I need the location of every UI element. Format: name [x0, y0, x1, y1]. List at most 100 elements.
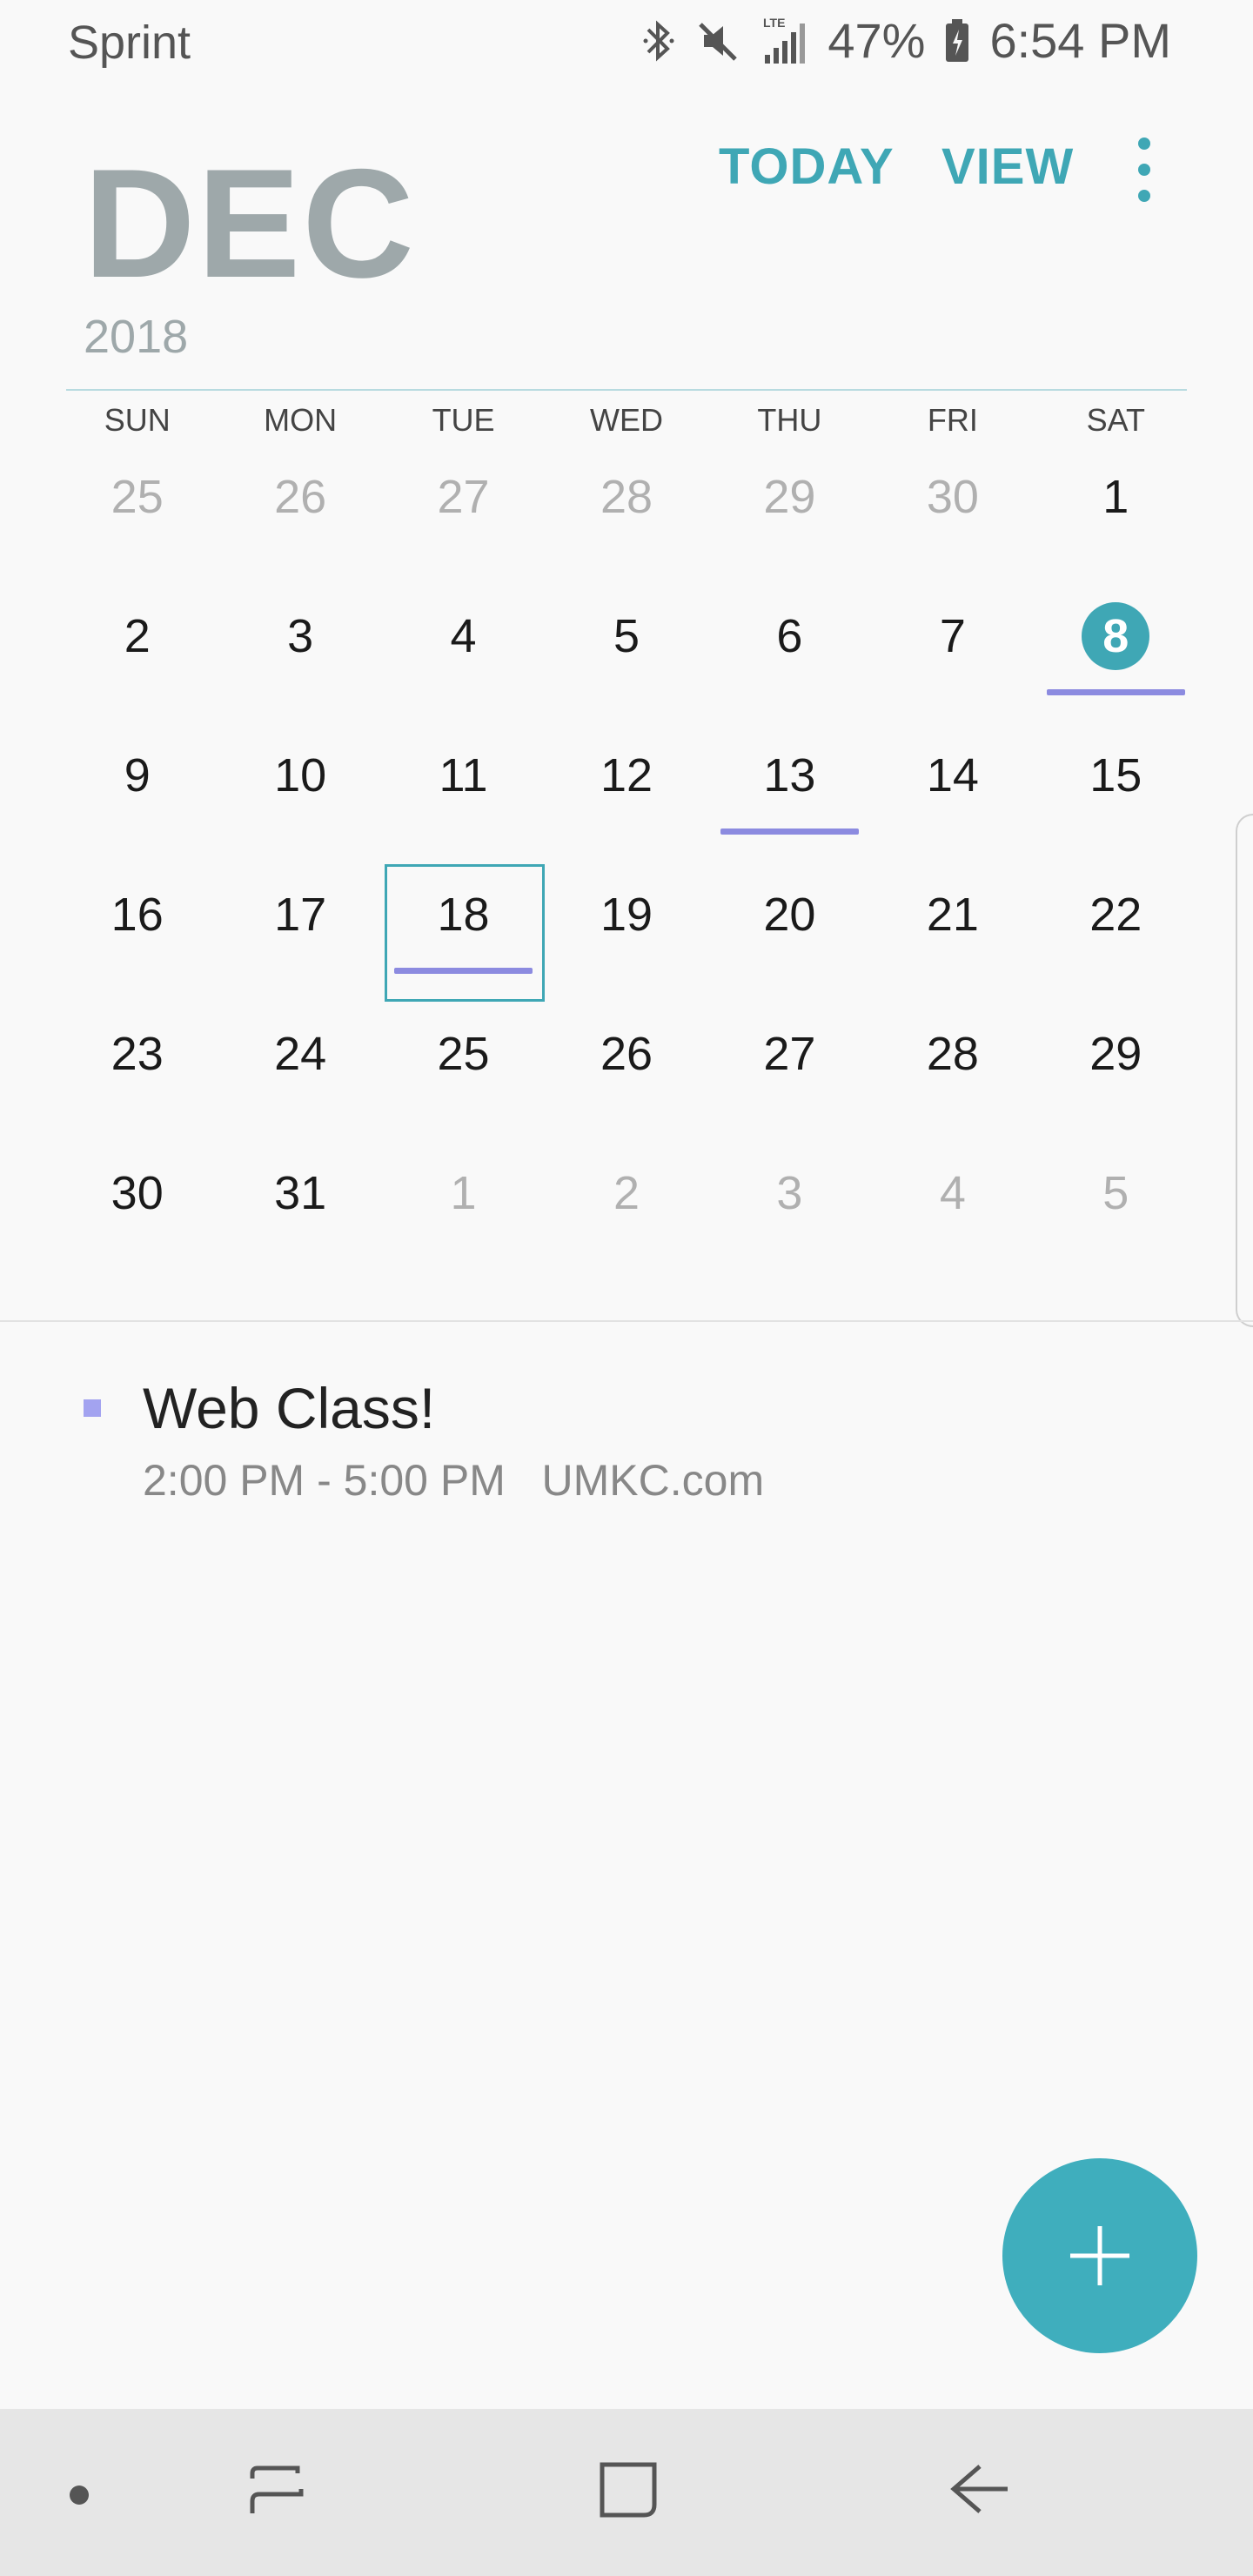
day-cell[interactable]: 24	[218, 1001, 381, 1140]
day-cell-today[interactable]: 8	[1035, 583, 1197, 722]
day-cell[interactable]: 2	[545, 1140, 707, 1279]
day-number: 14	[926, 749, 979, 802]
day-number: 5	[613, 610, 640, 662]
signal-icon: LTE	[760, 15, 808, 67]
day-cell[interactable]: 30	[56, 1140, 218, 1279]
list-divider	[0, 1320, 1253, 1322]
day-cell[interactable]: 15	[1035, 722, 1197, 862]
day-cell[interactable]: 30	[871, 444, 1034, 583]
weekday-label: FRI	[927, 402, 978, 438]
day-cell[interactable]: 9	[56, 722, 218, 862]
day-cell[interactable]: 26	[545, 1001, 707, 1140]
event-location: UMKC.com	[541, 1456, 765, 1505]
day-cell[interactable]: 27	[708, 1001, 871, 1140]
day-number: 1	[450, 1167, 477, 1219]
day-cell[interactable]: 4	[871, 1140, 1034, 1279]
bluetooth-icon	[641, 17, 676, 64]
status-icons: LTE 47% 6:54 PM	[641, 12, 1171, 69]
day-cell[interactable]: 23	[56, 1001, 218, 1140]
view-button[interactable]: VIEW	[941, 138, 1074, 196]
day-cell[interactable]: 20	[708, 862, 871, 1001]
day-cell[interactable]: 2	[56, 583, 218, 722]
day-cell[interactable]: 22	[1035, 862, 1197, 1001]
day-number: 4	[450, 610, 477, 662]
day-cell[interactable]: 29	[1035, 1001, 1197, 1140]
day-cell[interactable]: 5	[545, 583, 707, 722]
day-number: 25	[111, 471, 164, 523]
day-number: 1	[1102, 471, 1129, 523]
day-number: 3	[287, 610, 314, 662]
day-number: 26	[600, 1028, 653, 1080]
day-cell[interactable]: 26	[218, 444, 381, 583]
day-number: 2	[124, 610, 151, 662]
more-vert-icon[interactable]	[1122, 131, 1166, 209]
home-icon[interactable]	[592, 2452, 665, 2530]
status-bar: Sprint LTE 47% 6:54 PM	[0, 0, 1253, 87]
day-cell[interactable]: 1	[382, 1140, 545, 1279]
today-button[interactable]: TODAY	[719, 138, 895, 196]
day-number: 10	[274, 749, 327, 802]
day-number: 30	[926, 471, 979, 523]
day-cell[interactable]: 28	[871, 1001, 1034, 1140]
year-label: 2018	[84, 311, 189, 363]
day-cell[interactable]: 14	[871, 722, 1034, 862]
day-cell[interactable]: 13	[708, 722, 871, 862]
day-cell[interactable]: 4	[382, 583, 545, 722]
day-cell[interactable]: 1	[1035, 444, 1197, 583]
back-icon[interactable]	[941, 2452, 1015, 2530]
event-color-marker	[84, 1399, 101, 1417]
day-number: 30	[111, 1167, 164, 1219]
day-cell[interactable]: 21	[871, 862, 1034, 1001]
event-time: 2:00 PM - 5:00 PM	[143, 1456, 506, 1505]
day-cell[interactable]: 25	[382, 1001, 545, 1140]
day-number: 8	[1102, 610, 1129, 662]
day-cell[interactable]: 27	[382, 444, 545, 583]
day-number: 18	[437, 889, 490, 941]
day-number: 19	[600, 889, 653, 941]
weekday-label: TUE	[432, 402, 495, 438]
day-number: 2	[613, 1167, 640, 1219]
weekday-header: SUN MON TUE WED THU FRI SAT	[56, 399, 1197, 442]
svg-text:LTE: LTE	[763, 16, 785, 30]
day-cell[interactable]: 25	[56, 444, 218, 583]
battery-icon	[944, 17, 970, 64]
add-event-button[interactable]	[1002, 2158, 1197, 2353]
day-number: 9	[124, 749, 151, 802]
mute-icon	[695, 17, 740, 64]
day-number: 3	[776, 1167, 803, 1219]
day-cell[interactable]: 17	[218, 862, 381, 1001]
day-cell[interactable]: 12	[545, 722, 707, 862]
day-cell-selected[interactable]: 18	[382, 862, 545, 1001]
weekday-label: MON	[264, 402, 338, 438]
day-cell[interactable]: 29	[708, 444, 871, 583]
day-number: 13	[763, 749, 816, 802]
day-cell[interactable]: 3	[218, 583, 381, 722]
day-cell[interactable]: 10	[218, 722, 381, 862]
day-number: 16	[111, 889, 164, 941]
day-number: 31	[274, 1167, 327, 1219]
day-cell[interactable]: 7	[871, 583, 1034, 722]
day-cell[interactable]: 31	[218, 1140, 381, 1279]
event-details[interactable]: 2:00 PM - 5:00 PM UMKC.com	[143, 1455, 764, 1506]
day-cell[interactable]: 16	[56, 862, 218, 1001]
event-title[interactable]: Web Class!	[143, 1375, 435, 1441]
day-number: 6	[776, 610, 803, 662]
day-number: 5	[1102, 1167, 1129, 1219]
day-number: 7	[939, 610, 966, 662]
recents-icon[interactable]	[240, 2452, 313, 2530]
day-cell[interactable]: 28	[545, 444, 707, 583]
day-number: 11	[439, 749, 488, 802]
header-divider	[66, 389, 1187, 391]
edge-panel-handle[interactable]	[1236, 814, 1253, 1327]
day-number: 26	[274, 471, 327, 523]
day-cell[interactable]: 6	[708, 583, 871, 722]
day-number: 17	[274, 889, 327, 941]
month-title[interactable]: DEC	[84, 146, 416, 301]
month-grid: 25 26 27 28 29 30 1 2 3 4 5 6 7 8 9 10 11 12 13 14 15 16 17 18 1…	[56, 444, 1197, 1279]
nav-dot-icon	[70, 2485, 89, 2505]
day-number: 20	[763, 889, 816, 941]
day-cell[interactable]: 19	[545, 862, 707, 1001]
day-cell[interactable]: 3	[708, 1140, 871, 1279]
day-cell[interactable]: 5	[1035, 1140, 1197, 1279]
day-cell[interactable]: 11	[382, 722, 545, 862]
